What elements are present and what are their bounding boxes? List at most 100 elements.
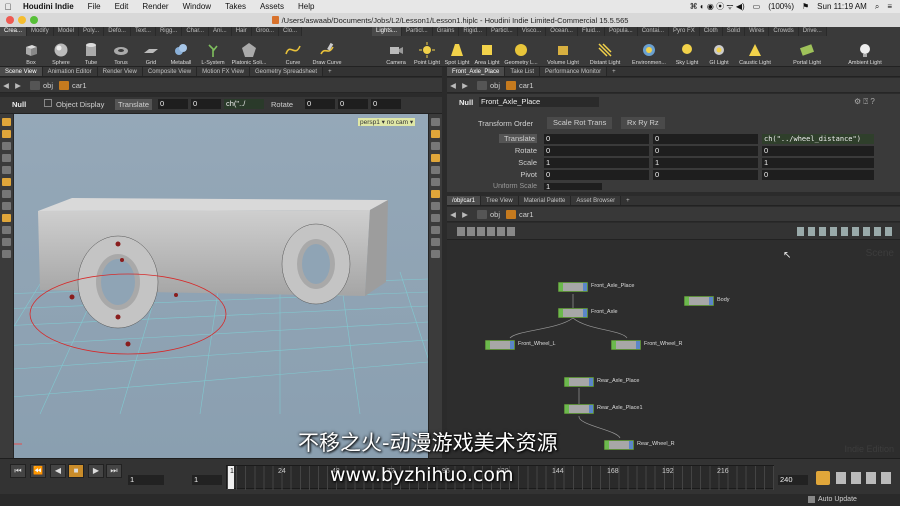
tool-draw-curve[interactable]: Draw Curve <box>312 37 342 66</box>
status-icons[interactable]: ⌘ ◐ ◉ ⦿ ᯤ ◀) <box>686 1 749 12</box>
network-tool-icons[interactable] <box>457 227 517 236</box>
path-obj[interactable]: obj <box>477 209 500 219</box>
rotation-order-select[interactable]: Rx Ry Rz <box>621 117 665 129</box>
shelf-tab[interactable]: Poly... <box>79 27 105 36</box>
add-tab-icon[interactable]: + <box>607 67 621 76</box>
param-uniform-scale[interactable]: 1 <box>544 183 602 190</box>
shelf-tab[interactable]: Solid <box>722 27 746 36</box>
menu-edit[interactable]: Edit <box>108 2 136 11</box>
tool-ambient-light[interactable]: Ambient Light <box>848 37 882 66</box>
menu-list-icon[interactable]: ≡ <box>883 2 896 11</box>
display-option-icon[interactable] <box>431 226 440 234</box>
rotate-z-field[interactable]: 0 <box>371 99 401 109</box>
shelf-tab[interactable]: Popula... <box>605 27 638 36</box>
battery-icon[interactable]: ▭ <box>749 2 765 11</box>
tab-tree-view[interactable]: Tree View <box>481 196 519 205</box>
param-tx[interactable]: 0 <box>544 134 649 144</box>
shelf-tab[interactable]: Model <box>53 27 80 36</box>
tool-portal-light[interactable]: Portal Light <box>792 37 822 66</box>
tool-distant-light[interactable]: Distant Light <box>590 37 620 66</box>
add-tab-icon[interactable]: + <box>323 67 337 76</box>
tab-render-view[interactable]: Render View <box>97 67 143 76</box>
tab-performance-monitor[interactable]: Performance Monitor <box>540 67 608 76</box>
param-py[interactable]: 0 <box>653 170 758 180</box>
search-icon[interactable]: ⌕ <box>871 2 883 12</box>
stop-icon[interactable]: ■ <box>68 464 84 478</box>
param-sy[interactable]: 1 <box>653 158 758 168</box>
current-frame-field[interactable]: 1 <box>128 475 164 485</box>
transform-order-select[interactable]: Scale Rot Trans <box>547 117 613 129</box>
tab-animation-editor[interactable]: Animation Editor <box>42 67 98 76</box>
param-sz[interactable]: 1 <box>762 158 874 168</box>
transform-tool-icon[interactable] <box>2 130 11 138</box>
tool-icon[interactable] <box>2 226 11 234</box>
shelf-tab-create[interactable]: Crea... <box>0 27 28 36</box>
tool-caustic-light[interactable]: Caustic Light <box>739 37 771 66</box>
node-name-field[interactable]: Front_Axle_Place <box>479 97 599 107</box>
tool-gi-light[interactable]: GI Light <box>704 37 734 66</box>
auto-update-icon[interactable] <box>808 496 815 503</box>
tab-composite-view[interactable]: Composite View <box>142 67 198 76</box>
handle-tool-icon[interactable] <box>2 142 11 150</box>
tab-asset-browser[interactable]: Asset Browser <box>571 196 622 205</box>
param-ry[interactable]: 0 <box>653 146 758 156</box>
tool-grid[interactable]: Grid <box>136 37 166 66</box>
back-icon[interactable]: ◀ <box>447 81 459 90</box>
zoom-icon[interactable] <box>30 16 38 24</box>
end-frame-field[interactable]: 240 <box>778 475 808 485</box>
param-ty[interactable]: 0 <box>653 134 758 144</box>
tool-lsystem[interactable]: L-System <box>198 37 228 66</box>
shelf-tab[interactable]: Wires <box>745 27 770 36</box>
shelf-tab[interactable]: Modify <box>27 27 54 36</box>
tool-sky-light[interactable]: Sky Light <box>672 37 702 66</box>
path-car1[interactable]: car1 <box>506 209 534 219</box>
apple-icon[interactable]:  <box>0 2 16 12</box>
display-option-icon[interactable] <box>431 130 440 138</box>
tool-tube[interactable]: Tube <box>76 37 106 66</box>
shelf-tab[interactable]: Ocean... <box>546 27 578 36</box>
tool-volume-light[interactable]: Volume Light <box>547 37 579 66</box>
menu-help[interactable]: Help <box>291 2 321 11</box>
pose-tool-icon[interactable] <box>2 154 11 162</box>
clock[interactable]: Sun 11:19 AM <box>813 2 871 11</box>
param-tz-expression[interactable]: ch("../wheel_distance") <box>762 134 874 144</box>
menu-render[interactable]: Render <box>135 2 175 11</box>
path-obj[interactable]: obj <box>477 80 500 90</box>
tool-icon[interactable] <box>2 214 11 222</box>
shelf-tab[interactable]: Clo... <box>279 27 303 36</box>
lock-camera-icon[interactable] <box>431 118 440 126</box>
menu-window[interactable]: Window <box>176 2 218 11</box>
path-car1[interactable]: car1 <box>506 80 534 90</box>
param-rz[interactable]: 0 <box>762 146 874 156</box>
shelf-tab[interactable]: Contai... <box>637 27 670 36</box>
display-option-icon[interactable] <box>431 202 440 210</box>
tool-icon[interactable] <box>2 250 11 258</box>
shelf-tab[interactable]: Rigid... <box>459 27 488 36</box>
jump-end-icon[interactable]: ⏭ <box>106 464 122 478</box>
param-rx[interactable]: 0 <box>544 146 649 156</box>
tab-front-axle-place[interactable]: Front_Axle_Place <box>447 67 506 76</box>
shelf-tab[interactable]: Hair <box>231 27 252 36</box>
display-option-icon[interactable] <box>431 214 440 222</box>
shelf-tab[interactable]: Text... <box>130 27 156 36</box>
shelf-tab[interactable]: Visco... <box>517 27 547 36</box>
display-option-icon[interactable] <box>431 250 440 258</box>
camera-menu[interactable]: persp1 ▾ no cam ▾ <box>358 118 416 126</box>
tool-area-light[interactable]: Area Light <box>472 37 502 66</box>
back-icon[interactable]: ◀ <box>0 81 12 90</box>
shelf-tab[interactable]: Fluid... <box>577 27 605 36</box>
tool-sphere[interactable]: Sphere <box>46 37 76 66</box>
tab-scene-view[interactable]: Scene View <box>0 67 43 76</box>
shelf-tab[interactable]: Ani... <box>209 27 232 36</box>
tool-spot-light[interactable]: Spot Light <box>442 37 472 66</box>
display-option-icon[interactable] <box>431 142 440 150</box>
shelf-tab[interactable]: Groo... <box>251 27 280 36</box>
tool-platonic[interactable]: Platonic Soli... <box>232 37 266 66</box>
snap-tool-icon[interactable] <box>2 178 11 186</box>
tool-environment-light[interactable]: Environmen... <box>632 37 666 66</box>
rotate-x-field[interactable]: 0 <box>305 99 335 109</box>
gear-icon[interactable]: ⚙ ⍰ ? <box>854 97 875 107</box>
forward-icon[interactable]: ▶ <box>459 81 471 90</box>
path-obj[interactable]: obj <box>30 80 53 90</box>
menu-file[interactable]: File <box>81 2 108 11</box>
